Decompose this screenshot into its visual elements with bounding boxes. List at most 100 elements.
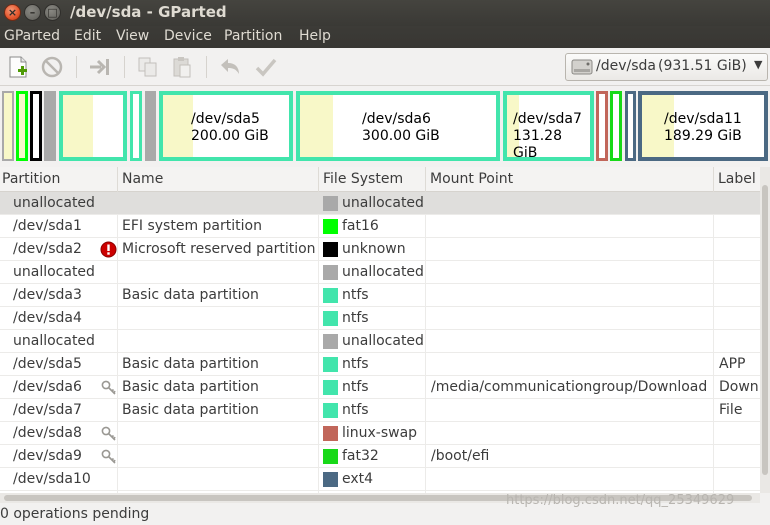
map-segment-unallocated[interactable] — [44, 91, 56, 161]
table-row[interactable]: /dev/sda4 ntfs — [0, 307, 760, 330]
cell-filesystem: unallocated — [342, 195, 424, 211]
paste-button[interactable] — [170, 56, 194, 78]
cell-partition: unallocated — [13, 195, 95, 211]
copy-icon — [138, 57, 157, 77]
table-row[interactable]: /dev/sda6 Basic data partition ntfs/media/… — [0, 376, 760, 399]
column-header-partition[interactable]: Partition — [2, 171, 60, 187]
close-window-button[interactable]: × — [4, 4, 21, 21]
device-size: (931.51 GiB) — [658, 58, 747, 74]
map-segment-unallocated[interactable] — [2, 91, 14, 161]
title-bar: × – □ /dev/sda - GParted — [0, 0, 770, 26]
delete-partition-button[interactable] — [40, 56, 64, 78]
map-segment-sda10[interactable] — [625, 91, 636, 161]
resize-move-button[interactable] — [88, 56, 112, 78]
cell-filesystem: ntfs — [342, 287, 369, 303]
map-segment-sda3[interactable] — [59, 91, 127, 161]
table-row[interactable]: /dev/sda10 ext4 — [0, 468, 760, 491]
table-row[interactable]: /dev/sda2 Microsoft reserved partition unk… — [0, 238, 760, 261]
filesystem-color-swatch — [323, 472, 338, 487]
table-row[interactable]: /dev/sda3 Basic data partition ntfs — [0, 284, 760, 307]
status-text: 0 operations pending — [0, 506, 150, 522]
cell-partition: /dev/sda9 — [13, 448, 82, 464]
map-segment-sda5[interactable]: /dev/sda5 200.00 GiB — [159, 91, 293, 161]
map-segment-sda8[interactable] — [596, 91, 608, 161]
map-segment-unallocated[interactable] — [145, 91, 156, 161]
menu-device[interactable]: Device — [164, 28, 212, 44]
table-row[interactable]: /dev/sda8 linux-swap — [0, 422, 760, 445]
segment-size: 300.00 GiB — [362, 128, 440, 144]
menu-edit[interactable]: Edit — [74, 28, 101, 44]
column-header-filesystem[interactable]: File System — [323, 171, 403, 187]
table-row[interactable]: unallocated unallocated — [0, 330, 760, 353]
table-row[interactable]: unallocated unallocated — [0, 261, 760, 284]
maximize-icon: □ — [47, 6, 58, 19]
table-header: Partition Name File System Mount Point L… — [0, 167, 760, 192]
column-header-mountpoint[interactable]: Mount Point — [430, 171, 513, 187]
cell-partition: /dev/sda10 — [13, 471, 91, 487]
device-selector[interactable]: /dev/sda (931.51 GiB) ▼ — [565, 53, 768, 81]
copy-button[interactable] — [136, 56, 160, 78]
menu-gparted[interactable]: GParted — [4, 28, 60, 44]
partition-table: Partition Name File System Mount Point L… — [0, 167, 760, 493]
cell-mountpoint: /boot/efi — [431, 448, 490, 464]
cell-label: File — [719, 402, 743, 418]
cell-name: Microsoft reserved partition — [122, 241, 316, 257]
table-row[interactable]: /dev/sda7 Basic data partition ntfs File — [0, 399, 760, 422]
cell-filesystem: linux-swap — [342, 425, 418, 441]
toolbar-separator — [124, 56, 125, 78]
filesystem-color-swatch — [323, 265, 338, 280]
menu-partition[interactable]: Partition — [224, 28, 282, 44]
segment-label: /dev/sda5 — [191, 111, 260, 127]
cell-partition: /dev/sda8 — [13, 425, 82, 441]
cell-filesystem: fat32 — [342, 448, 379, 464]
filesystem-color-swatch — [323, 426, 338, 441]
map-segment-sda1[interactable] — [16, 91, 28, 161]
menu-help[interactable]: Help — [299, 28, 331, 44]
map-segment-sda6[interactable]: /dev/sda6 300.00 GiB — [296, 91, 500, 161]
key-icon — [100, 448, 117, 465]
cell-partition: /dev/sda4 — [13, 310, 82, 326]
new-partition-button[interactable] — [6, 56, 30, 78]
map-segment-sda4[interactable] — [130, 91, 142, 161]
map-segment-sda2[interactable] — [30, 91, 42, 161]
table-row[interactable]: /dev/sda9 fat32/boot/efi — [0, 445, 760, 468]
delete-icon — [41, 56, 63, 78]
cell-filesystem: ext4 — [342, 471, 374, 487]
map-segment-sda11[interactable]: /dev/sda11 189.29 GiB — [638, 91, 768, 161]
vertical-scrollbar[interactable] — [760, 167, 770, 493]
key-icon — [100, 425, 117, 442]
cell-filesystem: ntfs — [342, 379, 369, 395]
menu-view[interactable]: View — [116, 28, 149, 44]
map-segment-sda9[interactable] — [610, 91, 622, 161]
cell-partition: unallocated — [13, 264, 95, 280]
cell-label: APP — [719, 356, 746, 372]
column-header-name[interactable]: Name — [122, 171, 163, 187]
dropdown-arrow-icon: ▼ — [754, 58, 763, 71]
filesystem-color-swatch — [323, 449, 338, 464]
scrollbar-thumb[interactable] — [762, 185, 768, 475]
table-row[interactable]: /dev/sda1 EFI system partition fat16 — [0, 215, 760, 238]
minimize-window-button[interactable]: – — [24, 4, 41, 21]
filesystem-color-swatch — [323, 288, 338, 303]
cell-filesystem: ntfs — [342, 356, 369, 372]
toolbar-separator — [206, 56, 207, 78]
cell-label: Down — [719, 379, 759, 395]
map-segment-sda7[interactable]: /dev/sda7 131.28 GiB — [503, 91, 594, 161]
maximize-window-button[interactable]: □ — [44, 4, 61, 21]
segment-size: 200.00 GiB — [191, 128, 269, 144]
segment-size: 189.29 GiB — [664, 128, 742, 144]
column-header-label[interactable]: Label — [718, 171, 756, 187]
cell-name: EFI system partition — [122, 218, 262, 234]
segment-label: /dev/sda7 — [513, 111, 582, 127]
table-row[interactable]: /dev/sda5 Basic data partition ntfs APP — [0, 353, 760, 376]
apply-button[interactable] — [254, 56, 278, 78]
column-divider — [425, 167, 426, 192]
paste-icon — [173, 57, 191, 78]
minimize-icon: – — [29, 6, 36, 19]
filesystem-color-swatch — [323, 334, 338, 349]
table-row[interactable]: unallocated unallocated — [0, 192, 760, 215]
undo-button[interactable] — [218, 56, 242, 78]
used-space-bar — [163, 95, 194, 157]
hard-disk-icon — [571, 59, 593, 75]
device-name: /dev/sda — [596, 58, 656, 74]
